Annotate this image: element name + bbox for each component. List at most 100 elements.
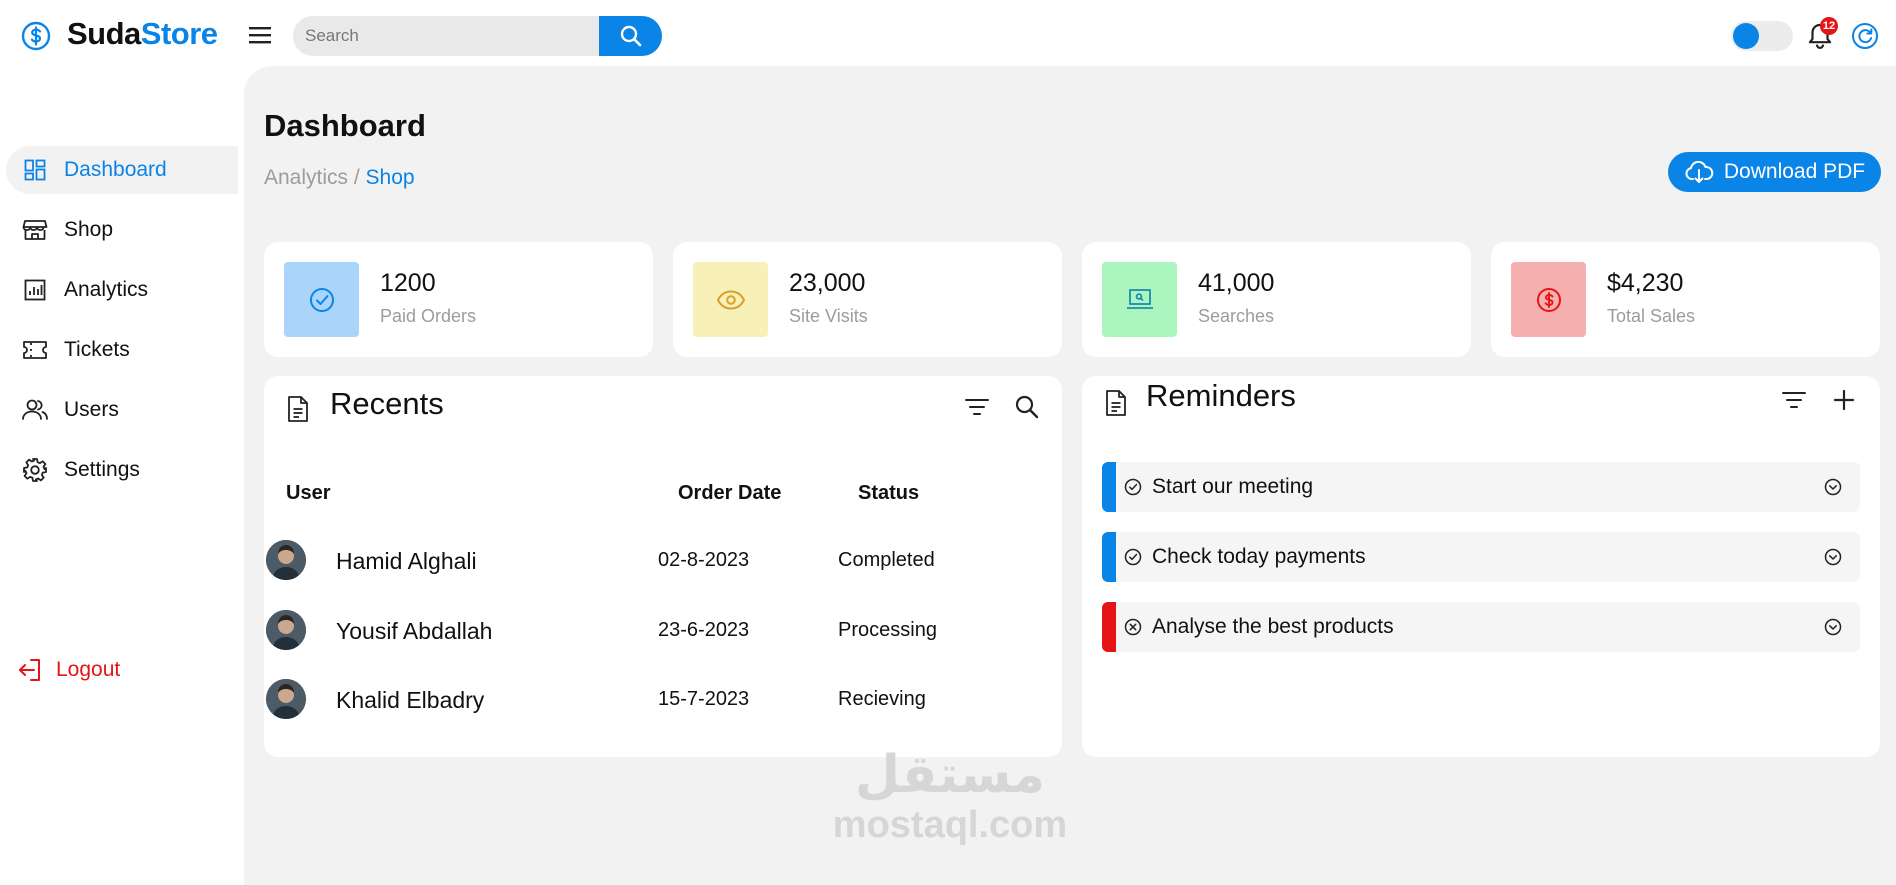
check-circle-icon <box>1124 478 1142 496</box>
stat-label: Paid Orders <box>380 306 477 326</box>
search-icon <box>620 25 641 47</box>
dashboard-grid-icon <box>21 156 49 184</box>
ticket-icon <box>21 336 49 364</box>
stat-label: Total Sales <box>1607 306 1696 326</box>
breadcrumb-parent[interactable]: Analytics <box>264 166 348 189</box>
hamburger-menu-icon[interactable] <box>247 24 273 46</box>
user-name: Hamid Alghali <box>336 548 477 574</box>
download-pdf-button[interactable]: Download PDF <box>1668 152 1881 192</box>
column-header-status[interactable]: Status <box>858 482 919 505</box>
sidebar-item-users[interactable]: Users <box>6 386 238 434</box>
sidebar-item-label: Settings <box>64 458 140 481</box>
logo-text-part1: Suda <box>67 16 141 51</box>
avatar <box>266 610 306 650</box>
logout-button[interactable]: Logout <box>16 656 120 684</box>
reminder-item[interactable]: Start our meeting <box>1102 462 1860 512</box>
add-icon[interactable] <box>1832 388 1856 412</box>
stat-value: 41,000 <box>1198 269 1275 297</box>
stat-value: $4,230 <box>1607 269 1684 297</box>
stat-icon-box <box>1102 262 1177 337</box>
sidebar-item-label: Dashboard <box>64 158 167 181</box>
user-name: Khalid Elbadry <box>336 687 485 713</box>
bar-chart-icon <box>21 276 49 304</box>
filter-icon[interactable] <box>964 396 990 418</box>
column-header-order-date[interactable]: Order Date <box>678 482 781 505</box>
breadcrumb: Analytics / Shop <box>264 166 415 190</box>
reminder-status-bar <box>1102 532 1116 582</box>
reminder-item[interactable]: Check today payments <box>1102 532 1860 582</box>
notification-count-badge: 12 <box>1820 17 1838 35</box>
filter-icon[interactable] <box>1781 389 1807 411</box>
avatar <box>266 679 306 719</box>
sidebar-item-label: Shop <box>64 218 114 241</box>
reminder-status-bar <box>1102 462 1116 512</box>
sidebar-item-label: Tickets <box>64 338 130 361</box>
dollar-circle-icon <box>1536 287 1561 312</box>
sidebar: Dashboard Shop Analytics Tickets Users S… <box>0 66 244 885</box>
order-date: 15-7-2023 <box>658 688 750 710</box>
sidebar-item-label: Analytics <box>64 278 149 301</box>
search-input[interactable] <box>293 16 599 56</box>
column-header-user[interactable]: User <box>286 482 330 505</box>
reminder-text: Analyse the best products <box>1152 615 1394 638</box>
stat-card-searches: 41,000 Searches <box>1082 242 1471 357</box>
toggle-knob <box>1733 23 1759 49</box>
order-date: 23-6-2023 <box>658 619 750 641</box>
order-status: Recieving <box>838 688 926 710</box>
theme-toggle[interactable] <box>1731 21 1793 51</box>
reminder-item[interactable]: Analyse the best products <box>1102 602 1860 652</box>
breadcrumb-separator: / <box>348 166 366 189</box>
document-icon <box>1106 390 1126 416</box>
cloud-download-icon <box>1685 160 1714 183</box>
reminder-text: Start our meeting <box>1152 475 1314 498</box>
sidebar-item-shop[interactable]: Shop <box>6 206 238 254</box>
page-title: Dashboard <box>264 108 426 143</box>
user-name: Yousif Abdallah <box>336 618 493 644</box>
top-bar: SudaStore 12 <box>0 0 1896 66</box>
main-content: Dashboard Analytics / Shop Download PDF … <box>244 66 1896 885</box>
logo-text-part2: Store <box>140 16 218 51</box>
order-status: Processing <box>838 619 937 641</box>
refresh-icon[interactable] <box>1851 22 1879 50</box>
table-row[interactable]: Yousif Abdallah 23-6-2023 Processing <box>266 608 1026 652</box>
search-icon[interactable] <box>1014 394 1040 420</box>
gear-icon <box>21 456 49 484</box>
app-logo-text[interactable]: SudaStore <box>67 16 218 52</box>
logout-label: Logout <box>56 658 121 681</box>
order-date: 02-8-2023 <box>658 549 750 571</box>
stat-label: Site Visits <box>789 306 868 326</box>
table-row[interactable]: Hamid Alghali 02-8-2023 Completed <box>266 538 1026 582</box>
users-icon <box>21 396 49 424</box>
laptop-icon <box>1126 288 1153 309</box>
chevron-down-icon[interactable] <box>1824 548 1842 566</box>
dollar-logo-icon <box>21 21 51 51</box>
watermark-arabic: مستقل <box>854 745 1046 805</box>
stat-icon-box <box>284 262 359 337</box>
watermark-latin: mostaql.com <box>832 804 1068 846</box>
x-circle-icon <box>1124 618 1142 636</box>
sidebar-item-label: Users <box>64 398 119 421</box>
chevron-down-icon[interactable] <box>1824 618 1842 636</box>
stat-icon-box <box>1511 262 1586 337</box>
sidebar-item-analytics[interactable]: Analytics <box>6 266 238 314</box>
stat-label: Searches <box>1198 306 1275 326</box>
table-row[interactable]: Khalid Elbadry 15-7-2023 Recieving <box>266 677 1026 721</box>
logout-icon <box>19 659 40 681</box>
sidebar-item-settings[interactable]: Settings <box>6 446 238 494</box>
download-pdf-label: Download PDF <box>1723 160 1866 183</box>
stat-value: 23,000 <box>789 269 866 297</box>
breadcrumb-current[interactable]: Shop <box>366 166 415 189</box>
sidebar-item-dashboard[interactable]: Dashboard <box>6 146 238 194</box>
stat-card-paid-orders: 1200 Paid Orders <box>264 242 653 357</box>
stat-card-total-sales: $4,230 Total Sales <box>1491 242 1880 357</box>
avatar <box>266 540 306 580</box>
check-circle-icon <box>1124 548 1142 566</box>
document-icon <box>288 396 308 422</box>
storefront-icon <box>21 216 49 244</box>
reminders-title: Reminders <box>1146 378 1296 413</box>
sidebar-item-tickets[interactable]: Tickets <box>6 326 238 374</box>
chevron-down-icon[interactable] <box>1824 478 1842 496</box>
stat-card-site-visits: 23,000 Site Visits <box>673 242 1062 357</box>
order-status: Completed <box>838 549 935 571</box>
search-button[interactable] <box>599 16 662 56</box>
